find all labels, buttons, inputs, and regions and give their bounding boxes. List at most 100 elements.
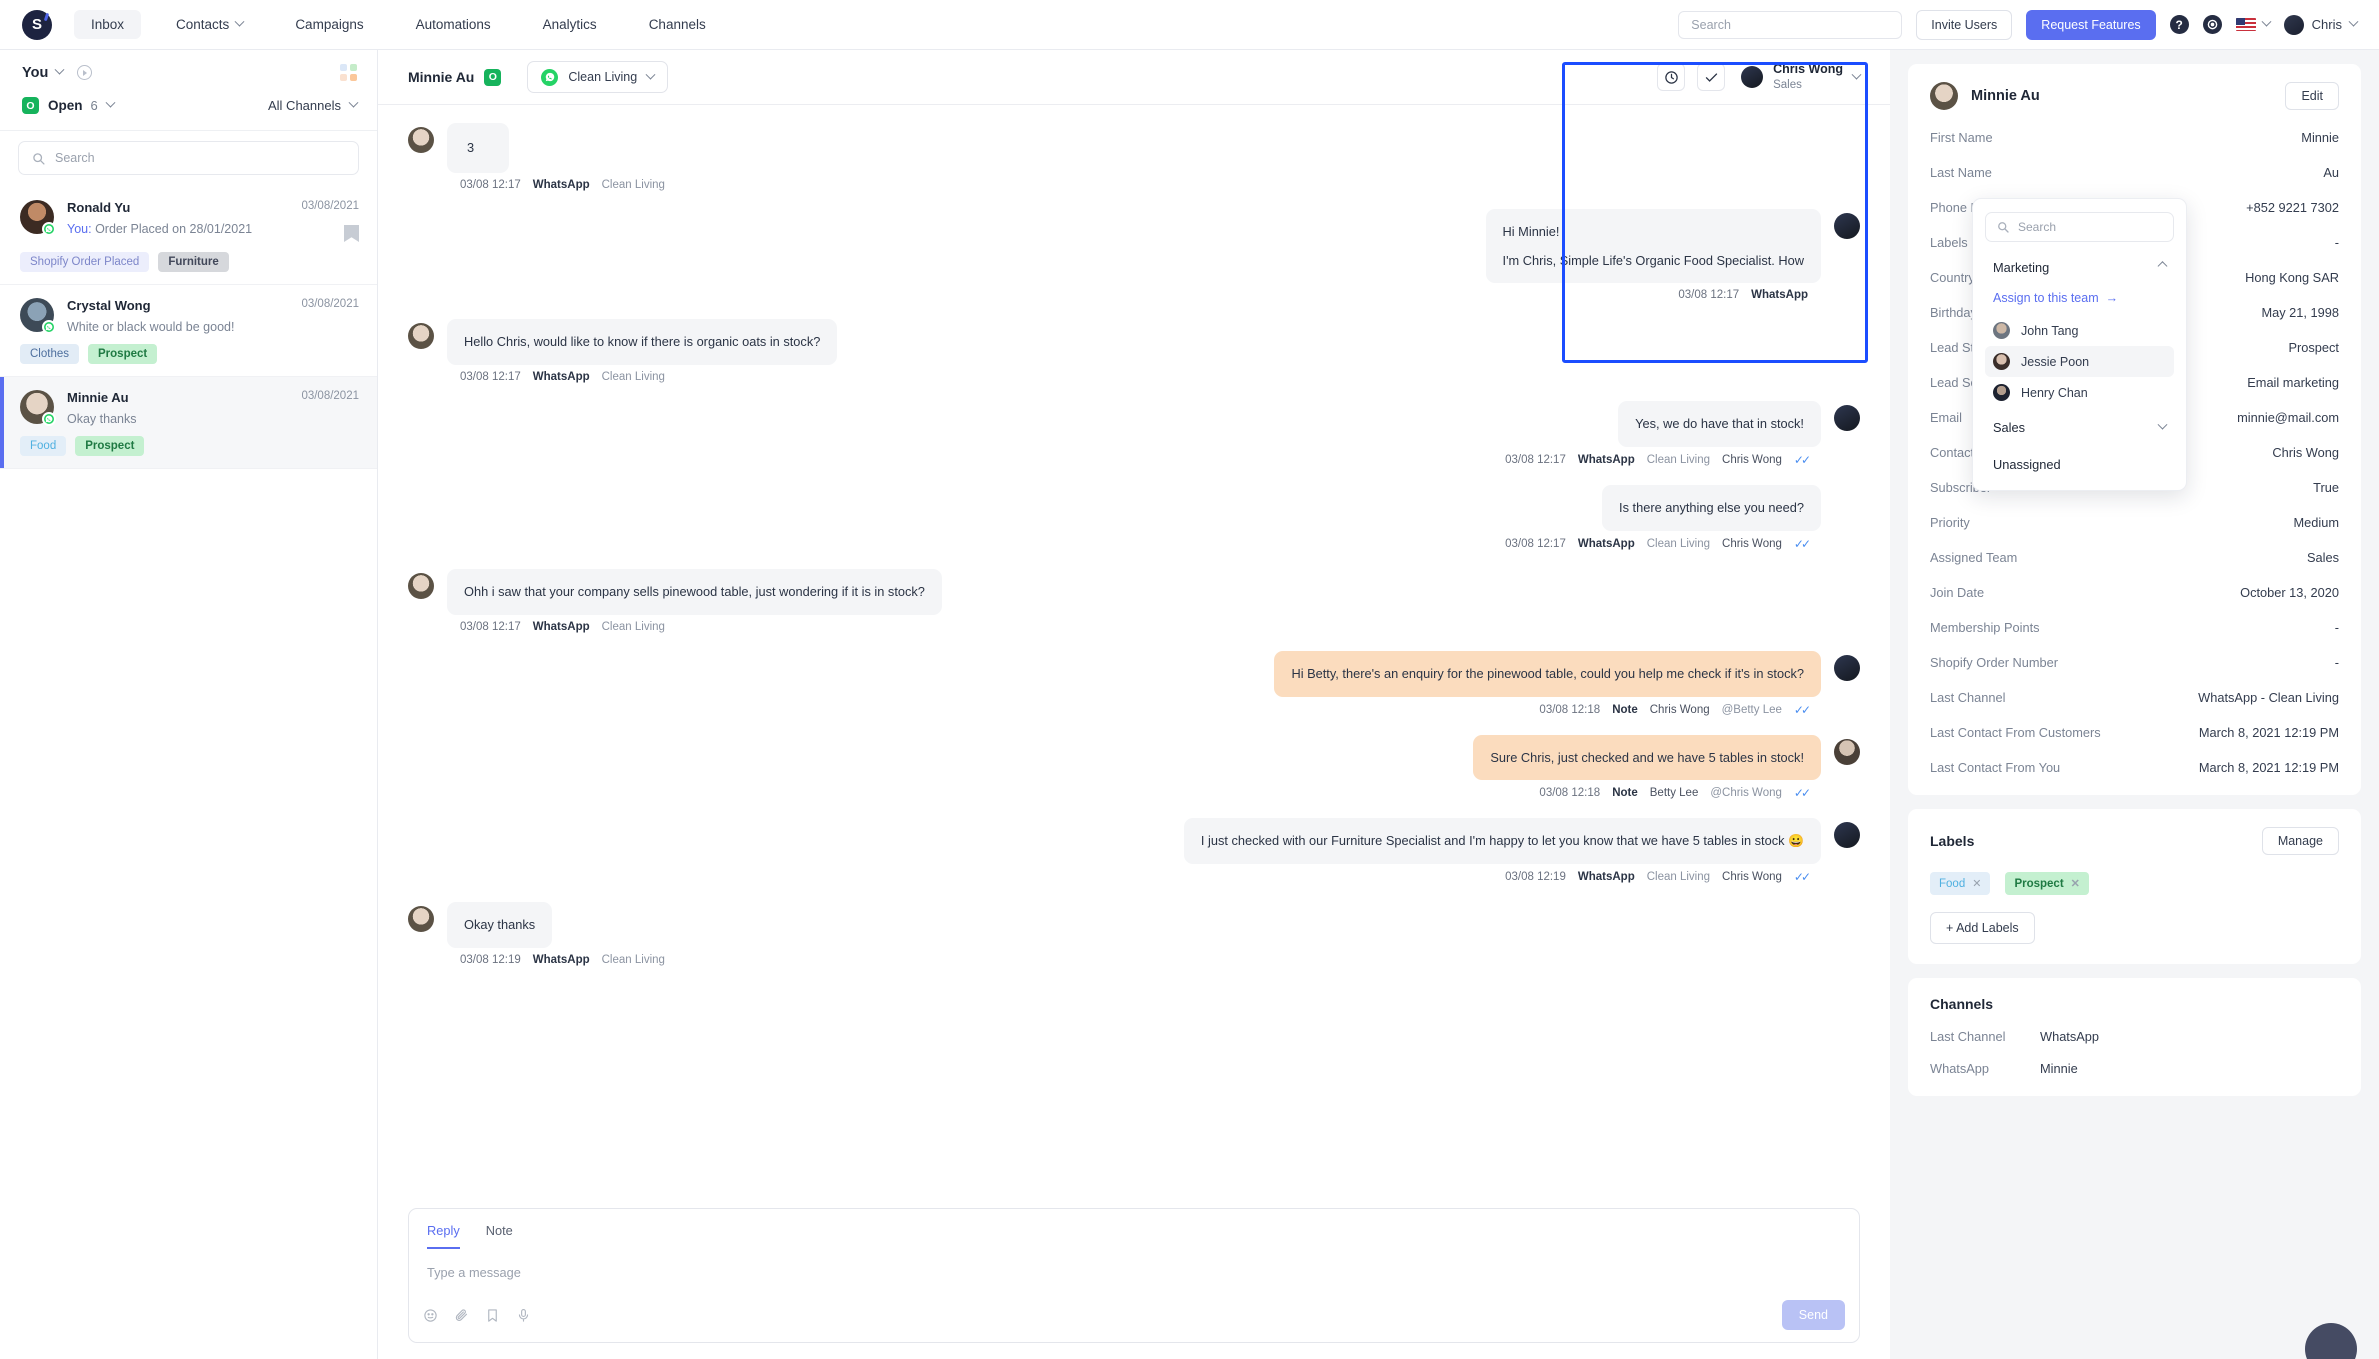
tag[interactable]: Clothes (20, 344, 79, 364)
list-item-tags: Clothes Prospect (20, 344, 359, 364)
message-bubble[interactable]: I just checked with our Furniture Specia… (1183, 818, 1821, 865)
message-line-2: I'm Chris, Simple Life's Organic Food Sp… (1502, 252, 1804, 268)
field-label: Last Channel (1930, 690, 2006, 705)
inbox-owner-selector[interactable]: You (22, 65, 65, 81)
list-item[interactable]: Ronald Yu You: Order Placed on 28/01/202… (0, 187, 377, 285)
global-search-input[interactable]: Search (1678, 10, 1903, 39)
emoji-icon[interactable] (423, 1308, 438, 1323)
add-labels-button[interactable]: + Add Labels (1930, 912, 2035, 944)
whatsapp-icon (541, 68, 559, 86)
search-input[interactable]: Search (18, 141, 359, 175)
manage-labels-button[interactable]: Manage (2261, 827, 2339, 855)
message-bubble[interactable]: 3 (447, 123, 509, 173)
sidebar-header-row: You (0, 50, 377, 91)
user-menu[interactable]: Chris (2283, 14, 2359, 35)
list-item-tags: Food Prospect (20, 436, 359, 456)
message-bubble[interactable]: Hi Minnie! I'm Chris, Simple Life's Orga… (1485, 208, 1821, 284)
clock-icon[interactable] (1657, 63, 1686, 91)
message-bubble[interactable]: Hello Chris, would like to know if there… (447, 319, 838, 366)
tab-note[interactable]: Note (486, 1223, 513, 1249)
message-mention: @Betty Lee (1721, 703, 1782, 716)
assignee-search-placeholder: Search (2018, 220, 2057, 234)
list-item[interactable]: Crystal Wong White or black would be goo… (0, 285, 377, 377)
floating-action-button[interactable] (2305, 1323, 2357, 1359)
message-row: Hi Minnie! I'm Chris, Simple Life's Orga… (408, 208, 1860, 284)
label-chip-food[interactable]: Food ✕ (1930, 872, 1991, 895)
check-icon[interactable] (1697, 63, 1726, 91)
field-value: May 21, 1998 (2261, 305, 2339, 320)
list-item-snippet: Okay thanks (67, 412, 137, 426)
field-label: Last Contact From You (1930, 760, 2061, 775)
logo-letter: S (31, 16, 42, 33)
search-icon (1998, 222, 2009, 233)
tag[interactable]: Food (20, 436, 67, 456)
close-icon[interactable]: ✕ (1972, 877, 1981, 890)
message-meta: 03/08 12:17 WhatsApp Clean Living (408, 179, 1860, 191)
assignee-selector[interactable]: Chris Wong Sales (1741, 62, 1862, 92)
request-features-button[interactable]: Request Features (2026, 9, 2156, 40)
app-logo[interactable]: S (22, 9, 52, 40)
help-icon[interactable]: ? (2169, 15, 2189, 34)
message-row: I just checked with our Furniture Specia… (408, 818, 1860, 865)
chevron-down-icon (234, 16, 245, 27)
send-button[interactable]: Send (1781, 1300, 1845, 1330)
message-bubble-note[interactable]: Sure Chris, just checked and we have 5 t… (1473, 734, 1821, 781)
nav-item-analytics[interactable]: Analytics (526, 10, 614, 39)
conversation-sidebar: You O Open 6 All Channels Search Ronald … (0, 50, 378, 1359)
view-grid-icon[interactable] (340, 64, 357, 81)
message-input[interactable]: Type a message (409, 1249, 1859, 1294)
tag[interactable]: Prospect (88, 344, 158, 364)
assignee-group-marketing[interactable]: Marketing (1985, 248, 2174, 285)
assignee-option-unassigned[interactable]: Unassigned (1985, 445, 2174, 478)
attachment-icon[interactable] (454, 1308, 469, 1323)
app-root: S Inbox Contacts Campaigns Automations A… (0, 0, 2379, 1359)
chevron-down-icon[interactable] (105, 97, 116, 108)
message-bubble-note[interactable]: Hi Betty, there's an enquiry for the pin… (1274, 650, 1821, 697)
label-chip-text: Prospect (2014, 877, 2064, 890)
message-list: 3 03/08 12:17 WhatsApp Clean Living Hi M… (378, 105, 1890, 1204)
message-time: 03/08 12:17 (1505, 537, 1566, 550)
nav-item-channels[interactable]: Channels (632, 10, 723, 39)
close-icon[interactable]: ✕ (2071, 877, 2080, 890)
nav-item-automations[interactable]: Automations (399, 10, 508, 39)
message-bubble[interactable]: Ohh i saw that your company sells pinewo… (447, 568, 942, 615)
avatar-spacer (1834, 485, 1860, 531)
nav-item-campaigns[interactable]: Campaigns (278, 10, 380, 39)
field-membership-points: Membership Points - (1930, 620, 2339, 635)
message-bubble[interactable]: Is there anything else you need? (1602, 485, 1821, 531)
bookmark-icon[interactable] (344, 225, 359, 242)
sidebar-search-wrap: Search (0, 130, 377, 187)
edit-button[interactable]: Edit (2285, 82, 2339, 110)
tag[interactable]: Prospect (75, 436, 145, 456)
channel-selector[interactable]: Clean Living (527, 61, 669, 93)
message-bubble[interactable]: Okay thanks (447, 902, 553, 949)
assignee-option-henry-chan[interactable]: Henry Chan (1985, 377, 2174, 408)
assignee-option-jessie-poon[interactable]: Jessie Poon (1985, 346, 2174, 377)
tag[interactable]: Shopify Order Placed (20, 252, 150, 272)
snippet-icon[interactable] (485, 1308, 500, 1323)
message-bubble[interactable]: Yes, we do have that in stock! (1618, 401, 1821, 448)
nav-item-contacts[interactable]: Contacts (159, 10, 260, 39)
message-sender: Chris Wong (1722, 871, 1782, 884)
list-item[interactable]: Minnie Au Okay thanks 03/08/2021 Food Pr… (0, 377, 377, 469)
gear-icon[interactable] (2202, 15, 2222, 34)
invite-users-button[interactable]: Invite Users (1916, 9, 2013, 40)
assignee-option-john-tang[interactable]: John Tang (1985, 315, 2174, 346)
label-chip-prospect[interactable]: Prospect ✕ (2005, 872, 2089, 895)
whatsapp-icon (42, 412, 56, 426)
field-label: Assigned Team (1930, 550, 2018, 565)
assignee-group-sales[interactable]: Sales (1985, 408, 2174, 445)
tab-reply[interactable]: Reply (427, 1223, 460, 1249)
status-badge: O (22, 97, 39, 114)
assign-to-team-link[interactable]: Assign to this team → (1985, 285, 2174, 315)
voice-icon[interactable] (516, 1308, 531, 1323)
conversation-panel: Minnie Au O Clean Living Chris Wong Sale… (378, 50, 2187, 1359)
nav-item-inbox[interactable]: Inbox (74, 10, 142, 39)
language-selector[interactable] (2235, 16, 2272, 31)
play-circle-icon[interactable] (77, 65, 93, 80)
channel-filter-dropdown[interactable]: All Channels (268, 97, 359, 113)
tag[interactable]: Furniture (158, 252, 229, 272)
assignee-search-input[interactable]: Search (1985, 212, 2174, 242)
message-row: Sure Chris, just checked and we have 5 t… (408, 734, 1860, 781)
status-filter-label[interactable]: Open (48, 98, 83, 113)
